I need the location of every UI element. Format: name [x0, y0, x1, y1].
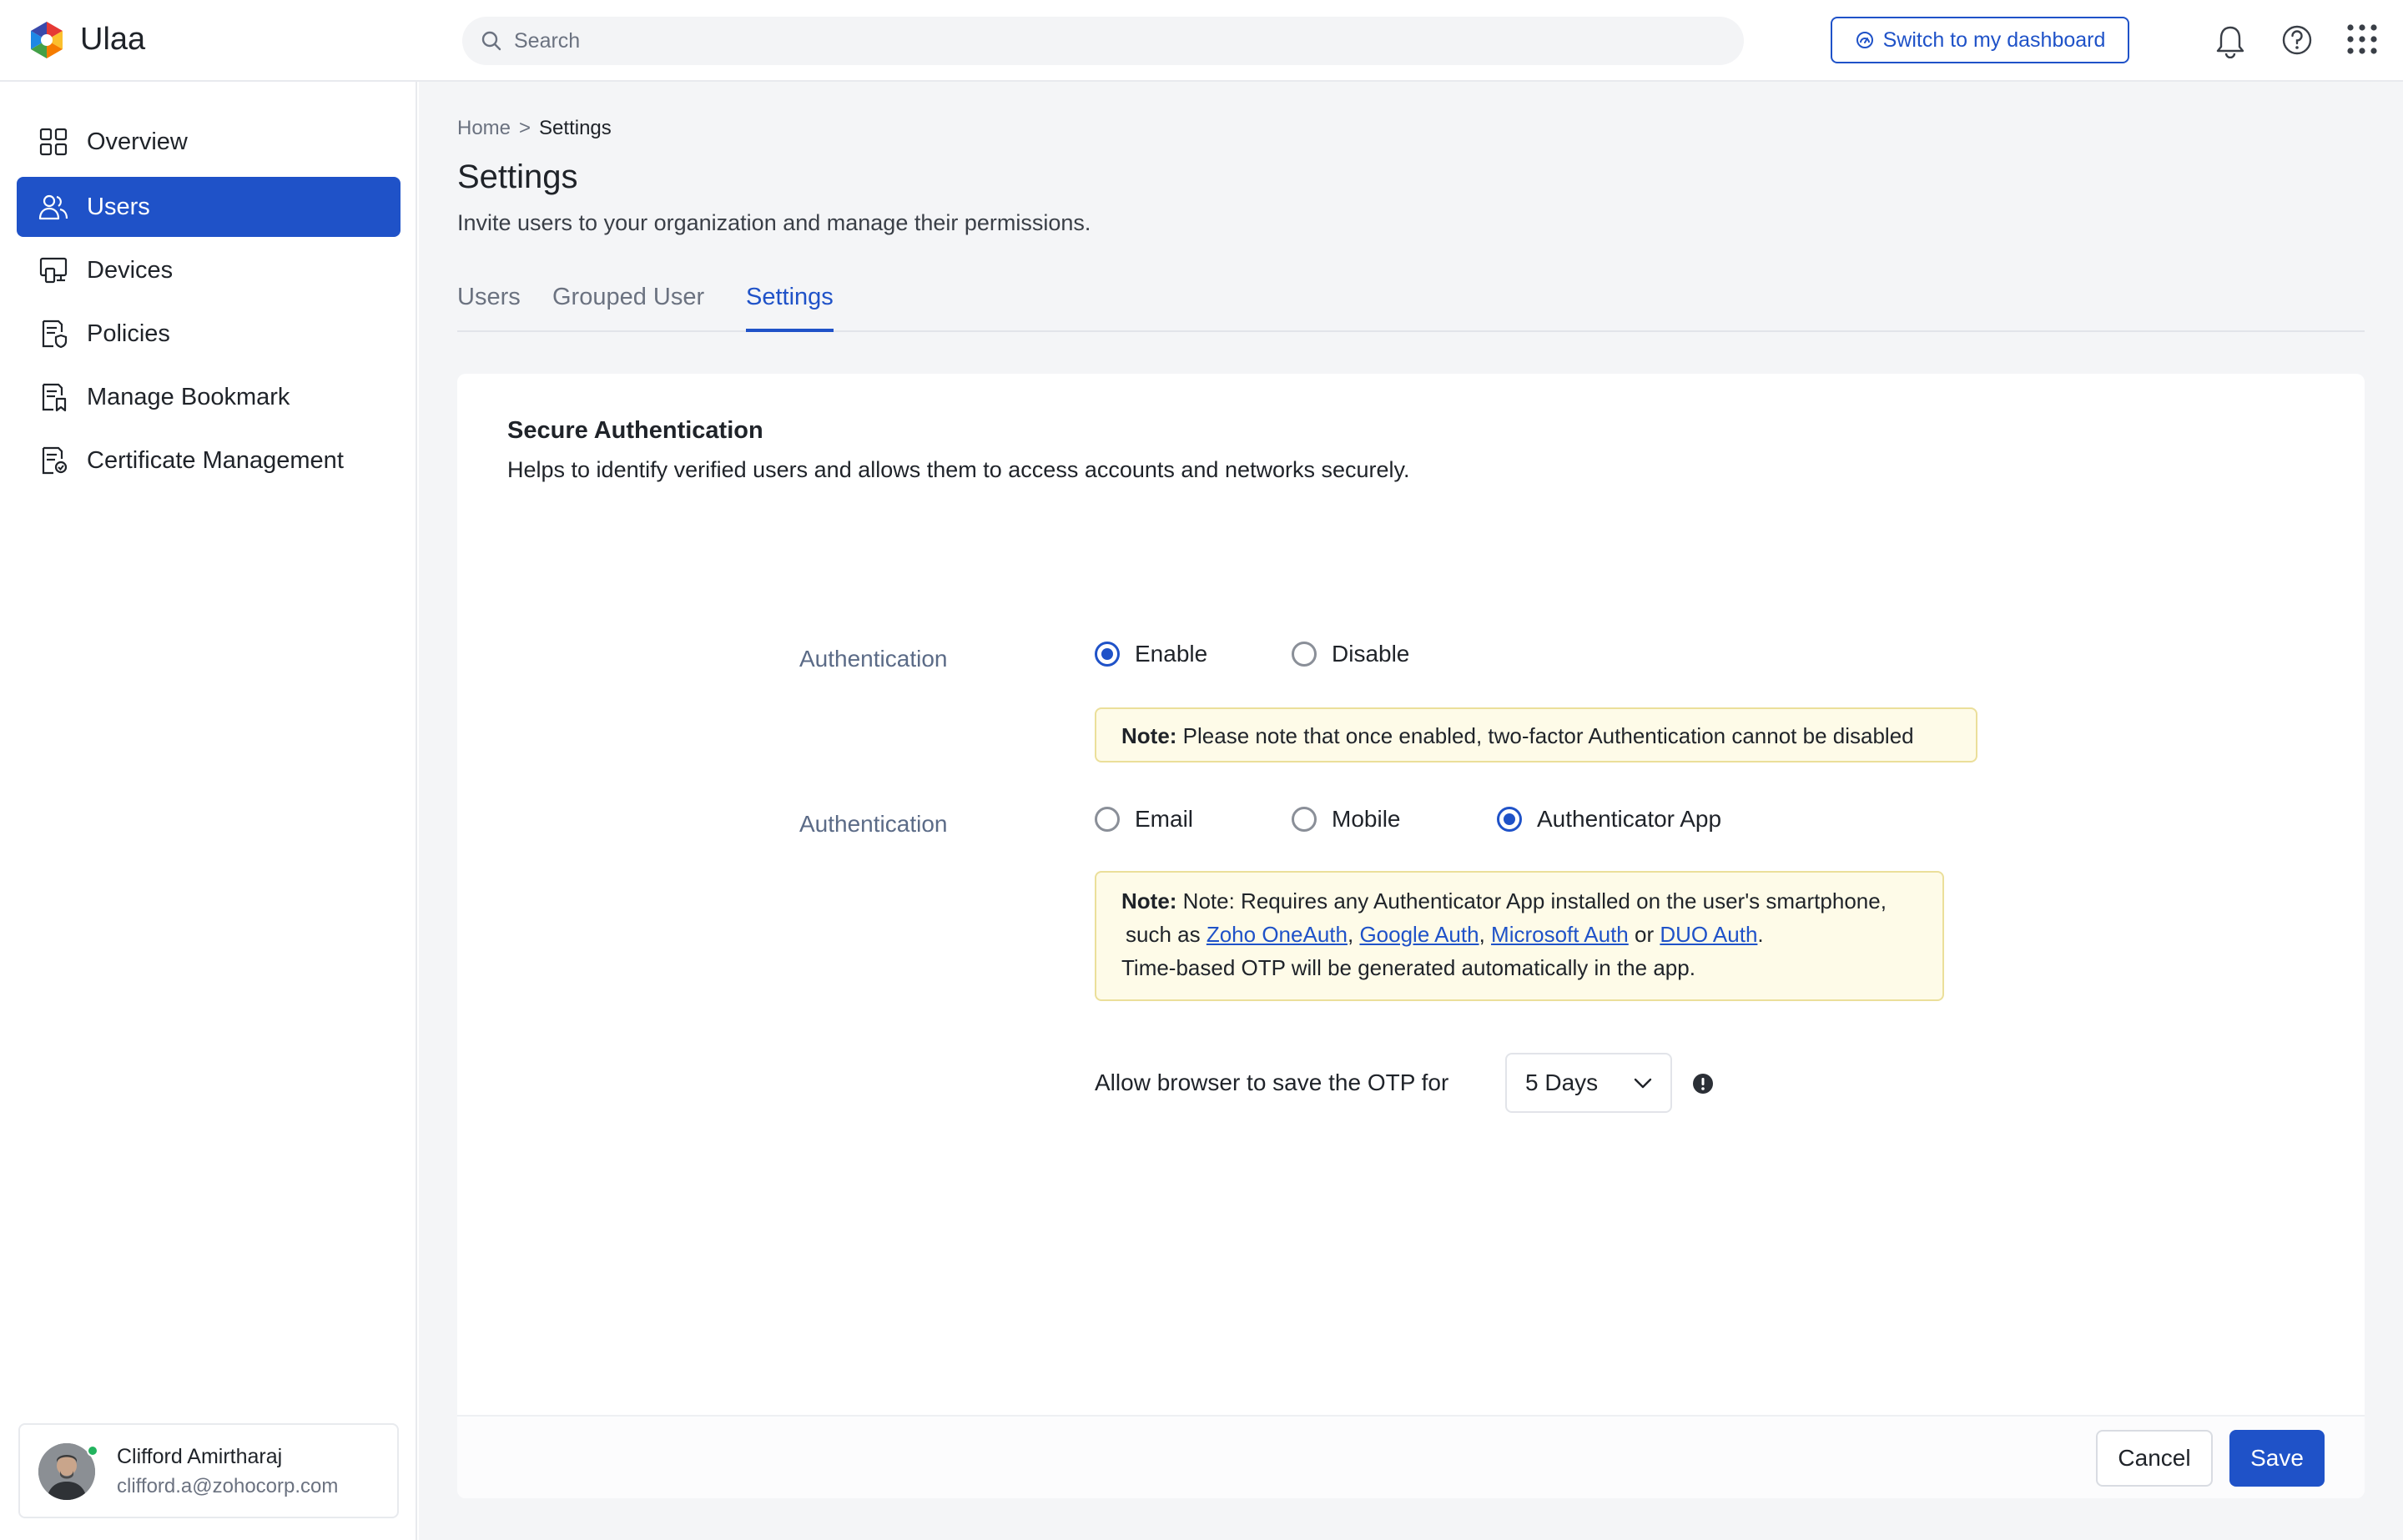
note-or-text: or: [1635, 922, 1655, 947]
sidebar-item-label: Policies: [87, 320, 170, 347]
section-title: Secure Authentication: [507, 417, 763, 444]
policy-icon: [42, 320, 68, 349]
enable-note: Note: Please note that once enabled, two…: [1095, 707, 1977, 762]
settings-card: Secure Authentication Helps to identify …: [457, 374, 2365, 1498]
radio-enable-indicator[interactable]: [1095, 642, 1120, 667]
radio-disable-indicator[interactable]: [1292, 642, 1317, 667]
breadcrumb-home[interactable]: Home: [457, 117, 511, 140]
tab-bar: Users Grouped User Settings: [457, 267, 2365, 332]
ulaa-logo-icon[interactable]: [25, 18, 68, 62]
note-line-1: Note: Note: Requires any Authenticator A…: [1121, 884, 1917, 918]
note-comma: ,: [1347, 922, 1354, 947]
search-icon: [481, 31, 501, 51]
authentication-method-label: Authentication: [799, 811, 948, 837]
chevron-down-icon: [1634, 1078, 1652, 1089]
switch-dashboard-label: Switch to my dashboard: [1882, 28, 2106, 52]
top-bar: Ulaa Switch to my dashboard: [0, 0, 2403, 82]
radio-mobile-label: Mobile: [1332, 806, 1401, 832]
sidebar-item-label: Certificate Management: [87, 446, 344, 474]
user-name: Clifford Amirtharaj: [117, 1445, 283, 1468]
link-duo-auth[interactable]: DUO Auth: [1660, 922, 1757, 947]
link-google-auth[interactable]: Google Auth: [1359, 922, 1479, 947]
cancel-button[interactable]: Cancel: [2096, 1430, 2213, 1487]
devices-icon: [39, 257, 68, 284]
save-button[interactable]: Save: [2229, 1430, 2325, 1487]
presence-online-indicator: [87, 1445, 98, 1457]
dashboard-gauge-icon: [1856, 32, 1873, 48]
otp-duration-select[interactable]: 5 Days: [1505, 1053, 1672, 1113]
sidebar-item-label: Manage Bookmark: [87, 383, 290, 410]
radio-disable[interactable]: Disable: [1292, 641, 1409, 667]
sidebar-item-certificate-management[interactable]: Certificate Management: [17, 430, 400, 491]
sidebar-item-manage-bookmark[interactable]: Manage Bookmark: [17, 367, 400, 427]
radio-mobile-indicator[interactable]: [1292, 807, 1317, 832]
note-period: .: [1757, 922, 1764, 947]
note-prefix-text: such as: [1126, 922, 1201, 947]
sidebar-item-label: Users: [87, 193, 150, 220]
note-label: Note:: [1121, 723, 1177, 748]
link-zoho-oneauth[interactable]: Zoho OneAuth: [1207, 922, 1348, 947]
radio-email[interactable]: Email: [1095, 806, 1193, 833]
page-subtitle: Invite users to your organization and ma…: [457, 210, 1091, 235]
note-text: Please note that once enabled, two-facto…: [1182, 723, 1914, 748]
otp-duration-value: 5 Days: [1525, 1069, 1599, 1095]
note-requirement-text: Note: Requires any Authenticator App ins…: [1182, 888, 1887, 913]
sidebar: Overview Users Devices Policies Manage B…: [0, 82, 417, 1540]
sidebar-item-label: Devices: [87, 256, 174, 284]
users-icon: [38, 194, 68, 220]
breadcrumb-current: Settings: [539, 117, 612, 139]
radio-authenticator-app-label: Authenticator App: [1537, 806, 1722, 832]
note-line-2: such as Zoho OneAuth, Google Auth, Micro…: [1121, 918, 1917, 951]
authentication-toggle-label: Authentication: [799, 646, 948, 672]
info-icon[interactable]: [1692, 1073, 1714, 1095]
user-email: clifford.a@zohocorp.com: [117, 1475, 339, 1497]
radio-disable-label: Disable: [1332, 641, 1410, 667]
breadcrumb-separator: >: [519, 117, 531, 139]
radio-authenticator-app-indicator[interactable]: [1497, 807, 1522, 832]
authenticator-note: Note: Note: Requires any Authenticator A…: [1095, 871, 1944, 1001]
note-line-3: Time-based OTP will be generated automat…: [1121, 955, 1695, 980]
section-description: Helps to identify verified users and all…: [507, 457, 1410, 482]
main-content: Home > Settings Settings Invite users to…: [419, 82, 2403, 1540]
radio-enable[interactable]: Enable: [1095, 641, 1207, 667]
tab-users[interactable]: Users: [457, 267, 521, 332]
sidebar-item-users[interactable]: Users: [17, 177, 400, 237]
bell-icon[interactable]: [2214, 23, 2246, 58]
help-icon[interactable]: [2280, 23, 2314, 57]
note-label: Note:: [1121, 888, 1177, 913]
sidebar-item-label: Overview: [87, 128, 188, 155]
sidebar-item-policies[interactable]: Policies: [17, 304, 400, 364]
sidebar-item-devices[interactable]: Devices: [17, 240, 400, 300]
otp-duration-label: Allow browser to save the OTP for: [1095, 1069, 1449, 1095]
page-title: Settings: [457, 159, 578, 195]
breadcrumb: Home > Settings: [457, 117, 612, 140]
radio-mobile[interactable]: Mobile: [1292, 806, 1400, 833]
tab-settings[interactable]: Settings: [746, 267, 834, 332]
radio-authenticator-app[interactable]: Authenticator App: [1497, 806, 1721, 833]
search-input[interactable]: [514, 17, 1715, 65]
certificate-icon: [42, 446, 68, 475]
card-footer: Cancel Save: [457, 1415, 2365, 1498]
app-name: Ulaa: [80, 22, 146, 57]
radio-enable-label: Enable: [1135, 641, 1208, 667]
bookmark-icon: [42, 383, 67, 412]
switch-dashboard-button[interactable]: Switch to my dashboard: [1831, 17, 2129, 63]
link-microsoft-auth[interactable]: Microsoft Auth: [1491, 922, 1629, 947]
sidebar-item-overview[interactable]: Overview: [17, 112, 400, 172]
note-comma: ,: [1479, 922, 1485, 947]
radio-email-indicator[interactable]: [1095, 807, 1120, 832]
tab-grouped-user[interactable]: Grouped User: [552, 267, 704, 332]
search-bar[interactable]: [462, 17, 1744, 65]
grid-icon: [39, 128, 68, 156]
apps-grid-icon[interactable]: [2346, 23, 2378, 55]
user-profile-card[interactable]: Clifford Amirtharaj clifford.a@zohocorp.…: [18, 1423, 399, 1518]
radio-email-label: Email: [1135, 806, 1194, 832]
